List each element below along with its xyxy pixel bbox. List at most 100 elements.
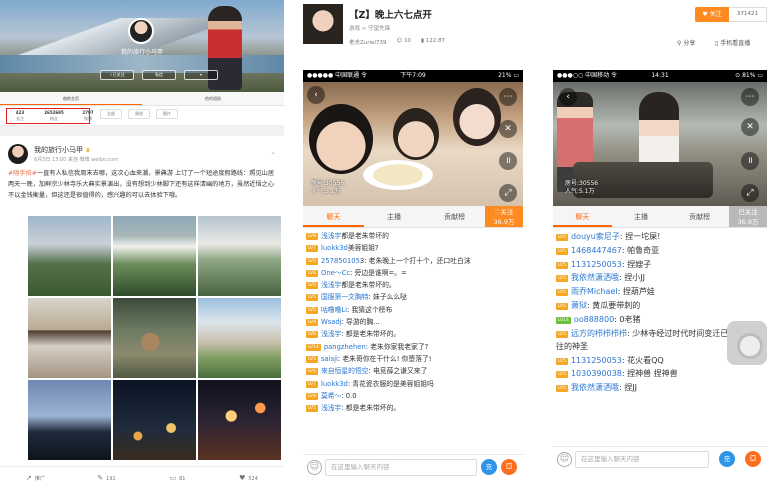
chat-input[interactable]: 在这里输入聊天内容 — [575, 451, 709, 468]
filter-original[interactable]: 原创 — [128, 109, 150, 119]
tab-host[interactable]: 主播 — [364, 206, 425, 227]
chat-username[interactable]: 远方的栉栉栉栉 — [571, 329, 627, 338]
chat-username[interactable]: 雨乔Michael — [571, 287, 618, 296]
chat-username[interactable]: 萧狱 — [571, 301, 587, 310]
chat-username[interactable]: 国服第一文胸特 — [321, 293, 369, 301]
stream-category[interactable]: 游戏 > 守望先锋 — [349, 24, 390, 32]
gift-icon[interactable]: ⛋ — [501, 459, 517, 475]
tab-chat[interactable]: 聊天 — [303, 206, 364, 227]
chat-username[interactable]: oo888800 — [574, 315, 614, 324]
follow-button[interactable]: ♥ 关注 — [695, 7, 729, 22]
more-icon[interactable]: ⋯ — [499, 88, 517, 106]
clear-icon[interactable]: ✕ — [741, 118, 759, 136]
comment-button[interactable]: ▭ 81 — [142, 467, 213, 488]
pause-icon[interactable]: ॥ — [741, 152, 759, 170]
chat-username[interactable]: pangzhehen — [324, 343, 366, 351]
screenshot-root: 我的旅行小马甲 ✓已关注 私信 ▾ 他的主页 他的相册 423 关注 265269… — [0, 0, 770, 488]
video-player[interactable]: ‹ ⋯ ✕ ॥ ⤢ 房号:30556 人气:5.1万 — [553, 82, 767, 206]
tab-ranking[interactable]: 贡献榜 — [670, 206, 729, 227]
more-icon[interactable]: ⋯ — [741, 88, 759, 106]
chat-username[interactable]: 浅浅宇 — [321, 330, 341, 338]
photo-thumbnail[interactable] — [113, 380, 196, 460]
chat-username[interactable]: 莫希～ — [321, 392, 341, 400]
watch-on-mobile-button[interactable]: ▯ 手机看直播 — [715, 38, 750, 47]
chat-username[interactable]: 来自恒星的悟空 — [321, 367, 369, 375]
status-bar: ●●●○○ 中国移动 令 14:31 ⊙ 81% ▭ — [553, 70, 767, 82]
chat-message: LV5 浅浅宇: 都是老朱带坏的。 — [303, 402, 523, 414]
chat-username[interactable]: 1131250053 — [571, 260, 622, 269]
level-badge: LV5 — [306, 405, 318, 413]
chat-username[interactable]: 我依然潇洒哦 — [571, 273, 619, 282]
filter-images[interactable]: 图片 — [156, 109, 178, 119]
tab-ranking[interactable]: 贡献榜 — [424, 206, 485, 227]
profile-avatar[interactable] — [128, 18, 154, 44]
tab-album[interactable]: 他的相册 — [142, 92, 284, 105]
chat-username[interactable]: 1131250053 — [571, 356, 622, 365]
clear-icon[interactable]: ✕ — [499, 120, 517, 138]
share-icon: ⚲ — [677, 40, 682, 47]
chat-username[interactable]: luokk3d — [321, 244, 348, 252]
chat-username[interactable]: 浅浅宇 — [321, 232, 341, 240]
post-avatar[interactable] — [8, 144, 28, 164]
chat-username[interactable]: saisji — [321, 355, 338, 363]
follow-tab[interactable]: ♡关注 36.9万 — [485, 206, 523, 227]
back-icon[interactable]: ‹ — [307, 86, 325, 104]
chat-username[interactable]: luokk3d — [321, 380, 348, 388]
streamer-avatar[interactable] — [303, 4, 343, 44]
share-button[interactable]: ⚲ 分享 — [677, 38, 695, 47]
more-button[interactable]: ▾ — [184, 70, 218, 80]
fullscreen-icon[interactable]: ⤢ — [741, 184, 759, 202]
fullscreen-icon[interactable]: ⤢ — [499, 184, 517, 202]
photo-grid — [28, 216, 281, 460]
chat-username[interactable]: 我依然潇洒哦 — [571, 383, 619, 392]
post-username[interactable]: 我的旅行小马甲 — [34, 146, 83, 154]
followed-tab[interactable]: 已关注 36.9万 — [729, 206, 767, 227]
photo-thumbnail[interactable] — [198, 380, 281, 460]
emoji-icon[interactable]: ☺ — [307, 460, 322, 475]
post-meta: 6月3日 13:00 来自 微博 weibo.com — [34, 157, 119, 163]
chat-text: : 捏小JJ — [618, 273, 645, 283]
chat-username[interactable]: 1030390038 — [571, 369, 622, 378]
repost-button[interactable]: ✎ 191 — [71, 467, 142, 488]
photo-thumbnail[interactable] — [28, 216, 111, 296]
tab-host[interactable]: 主播 — [612, 206, 671, 227]
photo-thumbnail[interactable] — [198, 216, 281, 296]
promote-button[interactable]: ↗ 推广 — [0, 467, 71, 488]
chat-username[interactable]: 咕噜噜Li — [321, 306, 347, 314]
stream-header: 【Z】晚上六七点开 游戏 > 守望先锋 老夫Zuriel739 ☺ 10 ▮ 1… — [297, 0, 770, 62]
chevron-down-icon[interactable]: ⌄ — [270, 148, 276, 156]
hashtag[interactable]: #随手拍# — [8, 170, 37, 177]
chat-username[interactable]: Wsadj — [321, 318, 342, 326]
photo-thumbnail[interactable] — [198, 298, 281, 378]
level-badge: LV14 — [306, 343, 321, 351]
chat-username[interactable]: One～Cc — [321, 269, 350, 277]
tab-home[interactable]: 他的主页 — [0, 92, 142, 105]
chat-username[interactable]: 浅浅宇 — [321, 404, 341, 412]
chat-username[interactable]: 257850105 — [321, 257, 360, 265]
chat-username[interactable]: 浅浅宇 — [321, 281, 341, 289]
assistive-touch-button[interactable] — [727, 321, 767, 365]
chat-text: : 黄瓜要带刺的 — [586, 300, 641, 310]
chat-message: LV4 来自恒星的悟空: 电竞薛之谦又来了 — [303, 365, 523, 377]
photo-thumbnail[interactable] — [28, 380, 111, 460]
recharge-button[interactable]: 充 — [481, 459, 497, 475]
photo-thumbnail[interactable] — [28, 298, 111, 378]
level-badge: LV7 — [306, 245, 318, 253]
followed-button[interactable]: ✓已关注 — [100, 70, 134, 80]
tab-chat[interactable]: 聊天 — [553, 206, 612, 227]
recharge-button[interactable]: 充 — [719, 451, 735, 467]
chat-username[interactable]: douyu索尼子 — [571, 232, 620, 241]
photo-thumbnail[interactable] — [113, 216, 196, 296]
pause-icon[interactable]: ॥ — [499, 152, 517, 170]
chat-input[interactable]: 在这里输入聊天内容 — [325, 459, 477, 476]
message-button[interactable]: 私信 — [142, 70, 176, 80]
back-icon[interactable]: ‹ — [559, 88, 577, 106]
gift-icon[interactable]: ⛋ — [745, 451, 761, 467]
video-player[interactable]: ‹ ⋯ ✕ ॥ ⤢ 房号:30556 人气:5.1万 — [303, 82, 523, 206]
like-button[interactable]: ♥ 524 — [213, 467, 284, 488]
photo-thumbnail[interactable] — [113, 298, 196, 378]
emoji-icon[interactable]: ☺ — [557, 452, 572, 467]
chat-username[interactable]: 1468447467 — [571, 246, 622, 255]
filter-all[interactable]: 全部 — [100, 109, 122, 119]
host-name[interactable]: 老夫Zuriel739 — [349, 38, 386, 46]
